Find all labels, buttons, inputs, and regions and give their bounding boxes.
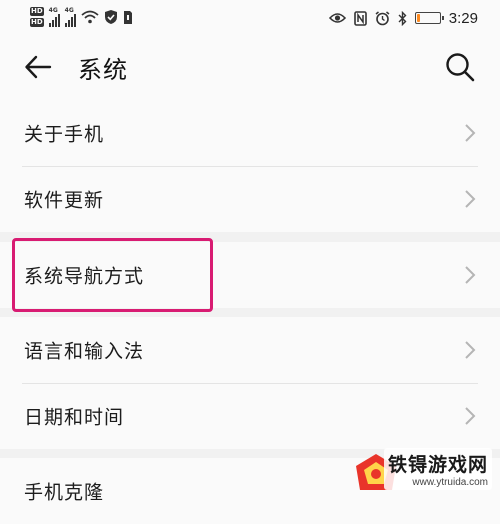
chevron-right-icon — [465, 266, 476, 284]
settings-item-label: 关于手机 — [24, 123, 105, 146]
page-title: 系统 — [78, 56, 128, 84]
settings-item-label: 语言和输入法 — [24, 340, 145, 363]
status-bar: HD HD 4G 4G 3:29 — [0, 0, 500, 34]
watermark-brand: 铁锝游戏网 — [387, 454, 488, 476]
signal-icon: 4G — [48, 6, 60, 27]
alarm-icon — [375, 10, 390, 25]
hd-badge: HD — [30, 18, 44, 27]
battery-icon — [414, 12, 444, 24]
battery-level — [416, 14, 420, 22]
watermark: 铁锝游戏网 www.ytruida.com — [383, 448, 492, 490]
arrow-left-icon — [25, 55, 52, 79]
chevron-right-icon — [465, 341, 476, 359]
hd-badge: HD — [30, 7, 44, 16]
highlight-box — [12, 238, 213, 312]
settings-item-language-input[interactable]: 语言和输入法 — [0, 317, 500, 383]
settings-item-label: 手机克隆 — [24, 481, 105, 504]
settings-item-about-phone[interactable]: 关于手机 — [0, 100, 500, 166]
signal-icon: 4G — [64, 6, 76, 27]
sim-icon — [123, 10, 132, 24]
settings-item-label: 日期和时间 — [24, 406, 125, 429]
watermark-url: www.ytruida.com — [412, 477, 488, 488]
divider — [22, 166, 478, 167]
settings-group-language-time: 语言和输入法 日期和时间 — [0, 317, 500, 449]
settings-item-date-time[interactable]: 日期和时间 — [0, 383, 500, 449]
network-label: 4G — [64, 6, 74, 14]
back-button[interactable] — [22, 52, 54, 82]
bluetooth-icon — [398, 10, 407, 26]
title-bar: 系统 — [0, 34, 500, 100]
chevron-right-icon — [465, 190, 476, 208]
settings-item-label: 软件更新 — [24, 189, 105, 212]
eye-icon — [328, 13, 346, 23]
search-icon — [446, 53, 475, 82]
settings-group-device: 关于手机 软件更新 — [0, 100, 500, 232]
clock: 3:29 — [448, 9, 478, 27]
settings-item-software-update[interactable]: 软件更新 — [0, 166, 500, 232]
network-label: 4G — [48, 6, 58, 14]
divider — [22, 383, 478, 384]
chevron-right-icon — [465, 124, 476, 142]
shield-icon — [104, 10, 117, 24]
nfc-icon — [353, 10, 367, 26]
chevron-right-icon — [465, 407, 476, 425]
hd-badges: HD HD — [30, 7, 44, 27]
search-button[interactable] — [444, 51, 476, 83]
wifi-icon — [81, 10, 99, 24]
